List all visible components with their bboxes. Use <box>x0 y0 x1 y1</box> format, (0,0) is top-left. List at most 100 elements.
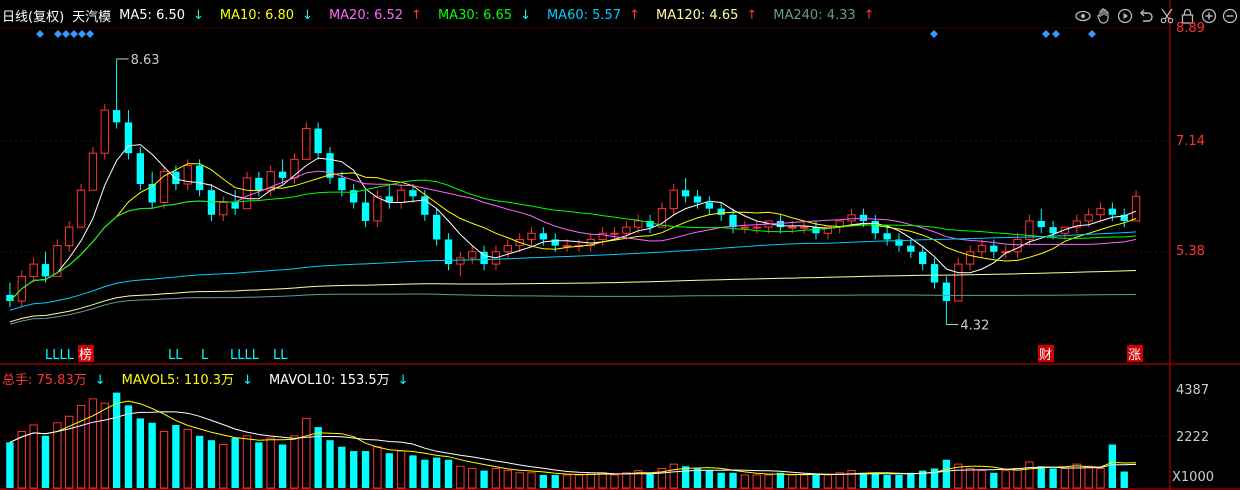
volume-plot <box>6 392 1137 489</box>
volume-bar <box>444 459 453 488</box>
eye-icon[interactable] <box>1072 5 1093 27</box>
play-icon[interactable] <box>1114 5 1135 27</box>
candle-body <box>634 220 643 228</box>
volume-bar <box>480 470 488 488</box>
volume-bar <box>255 442 263 488</box>
candle-body <box>242 177 252 210</box>
ma-legend-value: MA120: 4.65 <box>655 7 739 23</box>
candle-body <box>219 201 228 216</box>
volume-bar <box>53 422 62 489</box>
candle-body <box>1037 220 1045 228</box>
volume-bar <box>681 466 690 488</box>
volume-unit: X1000 <box>1172 470 1214 485</box>
volume-bar <box>574 474 584 489</box>
price-legend: 日线(复权) 天汽模 MA5: 6.50 ↓ MA10: 6.80 ↓ MA20: 6.… <box>2 5 891 25</box>
ma-legend-value: MA240: 4.33 <box>773 7 856 23</box>
candle-body <box>314 128 322 154</box>
diamond-marker <box>930 30 938 38</box>
hand-icon[interactable] <box>1093 5 1114 27</box>
price-plot: 8.63 4.32 <box>6 53 1141 333</box>
volume-bar <box>231 438 239 488</box>
chart-toolbar <box>1072 5 1240 27</box>
total-volume: 总手: 75.83万 <box>2 372 87 388</box>
volume-bar <box>433 457 441 488</box>
volume-bar <box>835 472 844 489</box>
event-marker-text: 榜 <box>79 347 92 363</box>
volume-bar <box>290 435 299 489</box>
volume-bar <box>562 474 572 489</box>
volume-bar <box>598 472 607 489</box>
volume-bar <box>326 440 334 488</box>
volume-bar <box>29 424 38 489</box>
volume-bar <box>895 474 903 488</box>
volume-bar <box>456 465 465 489</box>
price-tick-low: 5.38 <box>1176 244 1205 259</box>
candle-body <box>1108 208 1117 215</box>
kline-chart[interactable]: 8.634.32 LLLL 榜 LL L LLLL LL 财涨 <box>0 0 1240 490</box>
mavol5-arrow: ↓ <box>242 372 253 388</box>
candle-body <box>965 251 975 265</box>
event-marker-text: 涨 <box>1128 348 1141 363</box>
volume-bar <box>551 474 559 488</box>
candle-body <box>610 232 619 235</box>
volume-bar <box>764 474 773 489</box>
volume-bar <box>421 459 429 488</box>
candle-body <box>396 189 406 203</box>
volume-bar <box>646 472 654 488</box>
ma-legend-3: MA30: 6.65 ↓ <box>438 8 539 23</box>
volume-bar <box>622 472 631 489</box>
candle-body <box>681 190 690 197</box>
diamond-marker <box>70 30 78 38</box>
scissors-icon[interactable] <box>1156 5 1177 27</box>
volume-bar <box>242 435 252 489</box>
candle-body <box>1096 208 1105 216</box>
ma-legend-4: MA60: 5.57 ↑ <box>547 8 648 23</box>
total-volume-arrow: ↓ <box>94 372 106 388</box>
volume-bar <box>468 467 477 489</box>
candle-body <box>859 214 868 221</box>
candle-body <box>136 153 144 184</box>
volume-bar <box>883 474 891 488</box>
ma-legend-items: MA5: 6.50 ↓ MA10: 6.80 ↓ MA20: 6.52 ↑ MA30: 6.… <box>119 8 890 23</box>
volume-bar <box>112 392 121 488</box>
candle-body <box>1084 214 1093 222</box>
stock-name: 天汽模 <box>72 9 112 25</box>
candle-body <box>231 202 239 209</box>
candle-body <box>942 282 951 302</box>
diamond-marker <box>86 30 94 38</box>
ma-legend-arrow: ↓ <box>193 7 204 23</box>
volume-tick-top: 4387 <box>1176 383 1210 398</box>
volume-bar <box>350 451 358 488</box>
ma-legend-6: MA240: 4.33 ↑ <box>773 8 882 23</box>
price-tick-mid: 7.14 <box>1176 134 1205 149</box>
candle-body <box>255 177 263 191</box>
undo-icon[interactable] <box>1135 5 1156 27</box>
volume-bar <box>396 450 406 489</box>
volume-bar <box>302 417 311 489</box>
volume-bar <box>1120 471 1128 488</box>
candle-body <box>788 226 797 229</box>
candle-body <box>1049 227 1057 234</box>
candle-body <box>907 245 915 252</box>
zoom-out-icon[interactable] <box>1219 5 1240 27</box>
candle-body <box>669 189 678 210</box>
volume-bar <box>124 405 133 488</box>
volume-tick-mid: 2222 <box>1176 430 1210 445</box>
volume-bar <box>942 459 951 488</box>
volume-bar <box>1025 461 1034 489</box>
price-tick-top: 8.89 <box>1176 21 1205 36</box>
volume-bar <box>752 474 761 489</box>
volume-bar <box>776 472 785 488</box>
ma-legend-arrow: ↑ <box>411 7 422 23</box>
volume-bar <box>740 474 750 489</box>
candle-body <box>88 152 98 191</box>
candle-body <box>172 171 180 184</box>
candle-body <box>919 251 927 265</box>
candle-body <box>752 226 761 229</box>
candle-body <box>76 189 86 228</box>
volume-bar <box>907 472 915 488</box>
diamond-marker <box>62 30 70 38</box>
volume-bar <box>586 472 595 489</box>
candle-body <box>53 245 62 277</box>
period-label[interactable]: 日线(复权) <box>2 6 64 25</box>
